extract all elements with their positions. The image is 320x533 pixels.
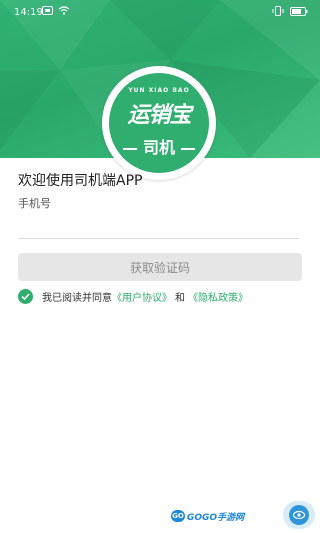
floating-assistant-button[interactable] xyxy=(283,501,315,529)
logo-brand-text: 运销宝 xyxy=(127,103,191,128)
phone-input[interactable] xyxy=(18,210,299,239)
privacy-policy-link[interactable]: 《隐私政策》 xyxy=(188,289,248,304)
app-logo: YUN XIAO BAO 运销宝 司机 xyxy=(102,66,216,180)
logo-divider-right xyxy=(181,147,195,150)
status-time: 14:19 xyxy=(14,7,43,18)
eye-icon xyxy=(293,510,305,520)
check-icon xyxy=(21,293,30,300)
app-notification-icon xyxy=(42,6,53,15)
agreement-and: 和 xyxy=(175,293,185,304)
logo-role-text: 司机 xyxy=(142,138,175,157)
get-code-button[interactable]: 获取验证码 xyxy=(18,253,302,281)
agreement-prefix: 我已阅读并同意 xyxy=(42,293,112,304)
agreement-checkbox[interactable] xyxy=(18,289,33,304)
watermark-text: GOGO手游网 xyxy=(187,512,245,523)
wifi-icon xyxy=(58,6,70,15)
site-watermark: GO GOGO手游网 xyxy=(171,508,244,524)
status-bar: 14:19 xyxy=(0,0,320,24)
phone-label: 手机号 xyxy=(18,197,51,210)
logo-arc-text: YUN XIAO BAO xyxy=(128,87,190,94)
battery-icon xyxy=(290,6,308,16)
welcome-title: 欢迎使用司机端APP xyxy=(18,173,143,189)
logo-divider-left xyxy=(122,147,137,150)
vibrate-icon xyxy=(272,6,284,16)
agreement-row: 我已阅读并同意 《用户协议》 和 《隐私政策》 xyxy=(18,289,248,304)
watermark-logo-icon: GO xyxy=(171,510,185,522)
user-agreement-link[interactable]: 《用户协议》 xyxy=(112,289,172,304)
logo-role: 司机 xyxy=(109,134,209,158)
